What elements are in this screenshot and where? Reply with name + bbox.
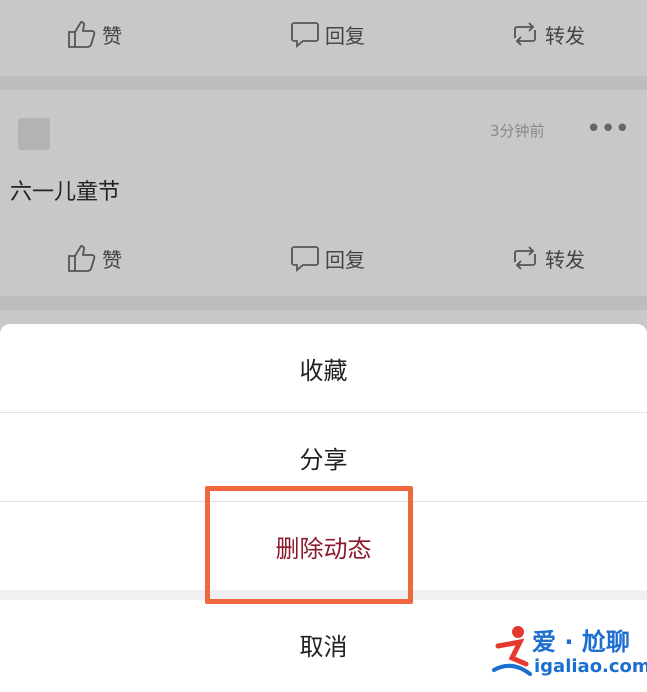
- reply-button[interactable]: 回复: [289, 18, 365, 50]
- repost-icon: [514, 246, 536, 270]
- post-text: 六一儿童节: [10, 180, 121, 205]
- post-action-row: 赞 回复 转发: [0, 230, 647, 286]
- feed-divider: [0, 296, 647, 310]
- sheet-gap: [0, 590, 647, 600]
- more-options-icon[interactable]: •••: [586, 114, 630, 144]
- feed-divider: [0, 76, 647, 90]
- comment-icon: [291, 22, 319, 48]
- watermark-url: igaliao.com: [534, 656, 647, 677]
- post-forward-button[interactable]: 转发: [509, 242, 585, 274]
- post-like-label: 赞: [102, 247, 122, 272]
- avatar[interactable]: [18, 118, 50, 150]
- like-button[interactable]: 赞: [66, 18, 122, 50]
- username[interactable]: · ·: [64, 128, 77, 144]
- post-forward-label: 转发: [545, 247, 585, 272]
- comment-icon: [291, 246, 319, 272]
- thumbs-up-icon: [68, 245, 96, 272]
- post-reply-button[interactable]: 回复: [289, 242, 365, 274]
- reply-label: 回复: [325, 23, 365, 48]
- post-like-button[interactable]: 赞: [66, 242, 122, 274]
- post-timestamp: 3分钟前: [490, 122, 545, 140]
- top-action-row: 赞 回复 转发: [0, 6, 647, 62]
- favorite-option[interactable]: 收藏: [0, 324, 647, 413]
- thumbs-up-icon: [68, 21, 96, 48]
- like-label: 赞: [102, 23, 122, 48]
- watermark-title: 爱 · 尬聊: [532, 628, 630, 656]
- forward-label: 转发: [545, 23, 585, 48]
- runner-logo-icon: [492, 626, 532, 676]
- watermark: 爱 · 尬聊 igaliao.com: [492, 616, 647, 686]
- delete-post-option[interactable]: 删除动态: [0, 502, 647, 591]
- repost-icon: [514, 22, 536, 46]
- share-option[interactable]: 分享: [0, 413, 647, 502]
- forward-button[interactable]: 转发: [509, 18, 585, 50]
- post-reply-label: 回复: [325, 247, 365, 272]
